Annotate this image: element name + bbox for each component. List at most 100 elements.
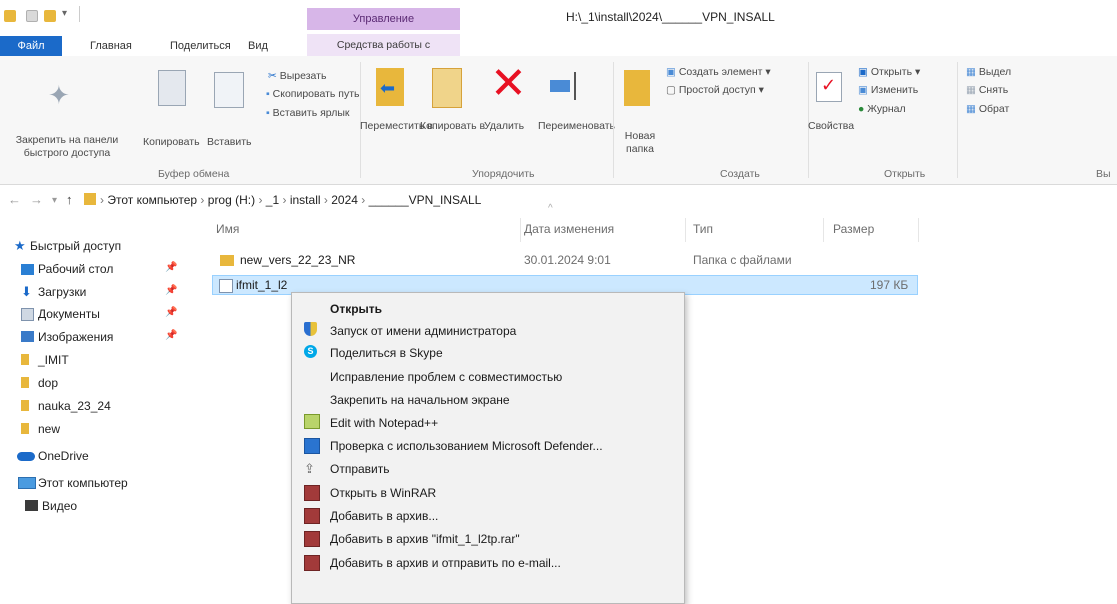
select-all-button[interactable]: ▦ Выдел xyxy=(966,66,1011,78)
column-header-size[interactable]: Размер xyxy=(833,222,874,236)
menu-item-add-archive[interactable]: Добавить в архив... xyxy=(330,509,438,523)
executable-icon xyxy=(219,279,233,293)
new-item-label: Создать элемент xyxy=(678,66,763,78)
paste-button[interactable]: Вставить xyxy=(207,136,252,149)
menu-item-troubleshoot-compat[interactable]: Исправление проблем с совместимостью xyxy=(330,370,562,384)
tab-view[interactable]: Вид xyxy=(248,40,268,52)
recent-locations-icon[interactable]: ▾ xyxy=(52,195,57,206)
breadcrumb-item[interactable]: _1 xyxy=(266,193,279,207)
star-icon: ★ xyxy=(14,238,26,253)
menu-item-share-skype[interactable]: Поделиться в Skype xyxy=(330,346,443,360)
column-separator[interactable] xyxy=(520,218,521,242)
nav-folder-dop[interactable]: dop xyxy=(38,376,58,390)
nav-onedrive[interactable]: OneDrive xyxy=(38,449,89,463)
cut-label: Вырезать xyxy=(279,70,327,82)
menu-item-send-to[interactable]: Отправить xyxy=(330,462,390,476)
column-separator[interactable] xyxy=(685,218,686,242)
pin-icon: 📌 xyxy=(165,330,178,341)
title-separator xyxy=(79,6,80,22)
tab-file[interactable]: Файл xyxy=(0,36,62,56)
tab-share[interactable]: Поделиться xyxy=(170,40,231,52)
winrar-icon xyxy=(304,508,320,524)
copy-to-button[interactable]: Копировать в xyxy=(420,120,485,133)
nav-pictures[interactable]: Изображения xyxy=(38,330,113,344)
menu-item-add-archive-email[interactable]: Добавить в архив и отправить по e-mail..… xyxy=(330,556,561,570)
nav-folder-nauka[interactable]: nauka_23_24 xyxy=(38,399,111,413)
properties-button[interactable]: Свойства xyxy=(808,120,854,133)
rename-button[interactable]: Переименовать xyxy=(538,120,615,133)
paste-shortcut-button[interactable]: ▪ Вставить ярлык xyxy=(266,107,350,119)
delete-button[interactable]: Удалить xyxy=(484,120,524,133)
menu-item-add-to-named-archive[interactable]: Добавить в архив "ifmit_1_l2tp.rar" xyxy=(330,532,520,546)
new-folder-icon xyxy=(624,70,650,106)
history-icon: ● xyxy=(858,103,865,115)
history-button[interactable]: ● Журнал xyxy=(858,103,906,115)
breadcrumb-item[interactable]: prog (H:) xyxy=(208,193,255,207)
open-label: Открыть xyxy=(870,66,913,78)
up-icon[interactable]: ↑ xyxy=(66,192,73,207)
pin-icon: 📌 xyxy=(165,262,178,273)
menu-item-open-winrar[interactable]: Открыть в WinRAR xyxy=(330,486,436,500)
ribbon-tab-bar xyxy=(0,34,1117,56)
folder-icon xyxy=(4,10,16,22)
winrar-icon xyxy=(304,485,320,501)
video-icon xyxy=(25,500,38,511)
column-header-name[interactable]: Имя xyxy=(216,222,239,236)
new-item-button[interactable]: ▣ Создать элемент ▾ xyxy=(666,66,771,78)
nav-documents[interactable]: Документы xyxy=(38,307,100,321)
edit-icon: ▣ xyxy=(858,84,868,96)
properties-icon[interactable] xyxy=(26,10,38,22)
delete-icon: ✕ xyxy=(490,59,527,108)
edit-button[interactable]: ▣ Изменить xyxy=(858,84,918,96)
nav-downloads[interactable]: Загрузки xyxy=(38,285,86,299)
open-button[interactable]: ▣ Открыть ▾ xyxy=(858,66,920,78)
easy-access-button[interactable]: ▢ Простой доступ ▾ xyxy=(666,84,764,96)
share-icon: ⇪ xyxy=(304,461,315,476)
nav-folder-imit[interactable]: _IMIT xyxy=(38,353,69,367)
tab-home[interactable]: Главная xyxy=(90,40,132,52)
pin-quick-access-button[interactable]: Закрепить на панели быстрого доступа xyxy=(2,134,132,160)
column-header-date[interactable]: Дата изменения xyxy=(524,222,614,236)
breadcrumb-item[interactable]: install xyxy=(290,193,321,207)
copy-button[interactable]: Копировать xyxy=(143,136,200,149)
forward-icon[interactable]: → xyxy=(30,192,43,207)
menu-item-edit-notepad[interactable]: Edit with Notepad++ xyxy=(330,416,438,430)
nav-quick-access[interactable]: Быстрый доступ xyxy=(30,239,121,253)
select-none-button[interactable]: ▦ Снять xyxy=(966,84,1008,96)
defender-icon xyxy=(304,438,320,454)
new-folder-button[interactable]: Новая папка xyxy=(622,130,658,156)
menu-item-open[interactable]: Открыть xyxy=(330,302,382,316)
menu-item-pin-start[interactable]: Закрепить на начальном экране xyxy=(330,393,510,407)
invert-selection-button[interactable]: ▦ Обрат xyxy=(966,103,1009,115)
nav-this-pc[interactable]: Этот компьютер xyxy=(38,476,128,490)
copy-to-icon xyxy=(432,68,462,108)
column-separator[interactable] xyxy=(918,218,919,242)
select-all-label: Выдел xyxy=(978,66,1012,78)
paste-shortcut-icon: ▪ xyxy=(266,107,270,119)
breadcrumb-item[interactable]: ______VPN_INSALL xyxy=(369,193,482,207)
file-name[interactable]: new_vers_22_23_NR xyxy=(240,253,355,267)
pin-icon: 📌 xyxy=(165,307,178,318)
nav-videos[interactable]: Видео xyxy=(42,499,77,513)
new-group-label: Создать xyxy=(720,168,760,180)
tab-app-tools[interactable]: Средства работы с приложениями xyxy=(307,34,460,73)
file-name[interactable]: ifmit_1_l2 xyxy=(236,278,287,292)
column-separator[interactable] xyxy=(823,218,824,242)
breadcrumb-item[interactable]: Этот компьютер xyxy=(107,193,197,207)
column-header-type[interactable]: Тип xyxy=(693,222,713,236)
back-icon[interactable]: ← xyxy=(8,192,21,207)
customize-quick-access-icon[interactable]: ▾ xyxy=(62,8,67,19)
menu-item-defender-scan[interactable]: Проверка с использованием Microsoft Defe… xyxy=(330,439,603,453)
new-folder-icon[interactable] xyxy=(44,10,56,22)
breadcrumb-separator-icon: › xyxy=(323,193,328,207)
menu-item-run-as-admin[interactable]: Запуск от имени администратора xyxy=(330,324,516,338)
breadcrumb-item[interactable]: 2024 xyxy=(331,193,358,207)
title-bar xyxy=(0,0,1117,34)
nav-desktop[interactable]: Рабочий стол xyxy=(38,262,113,276)
pictures-icon xyxy=(21,331,34,342)
cut-button[interactable]: ✂ Вырезать xyxy=(268,70,326,82)
folder-icon xyxy=(21,377,29,388)
nav-folder-new[interactable]: new xyxy=(38,422,60,436)
copy-path-button[interactable]: ▪ Скопировать путь xyxy=(266,88,360,100)
invert-selection-label: Обрат xyxy=(978,103,1010,115)
